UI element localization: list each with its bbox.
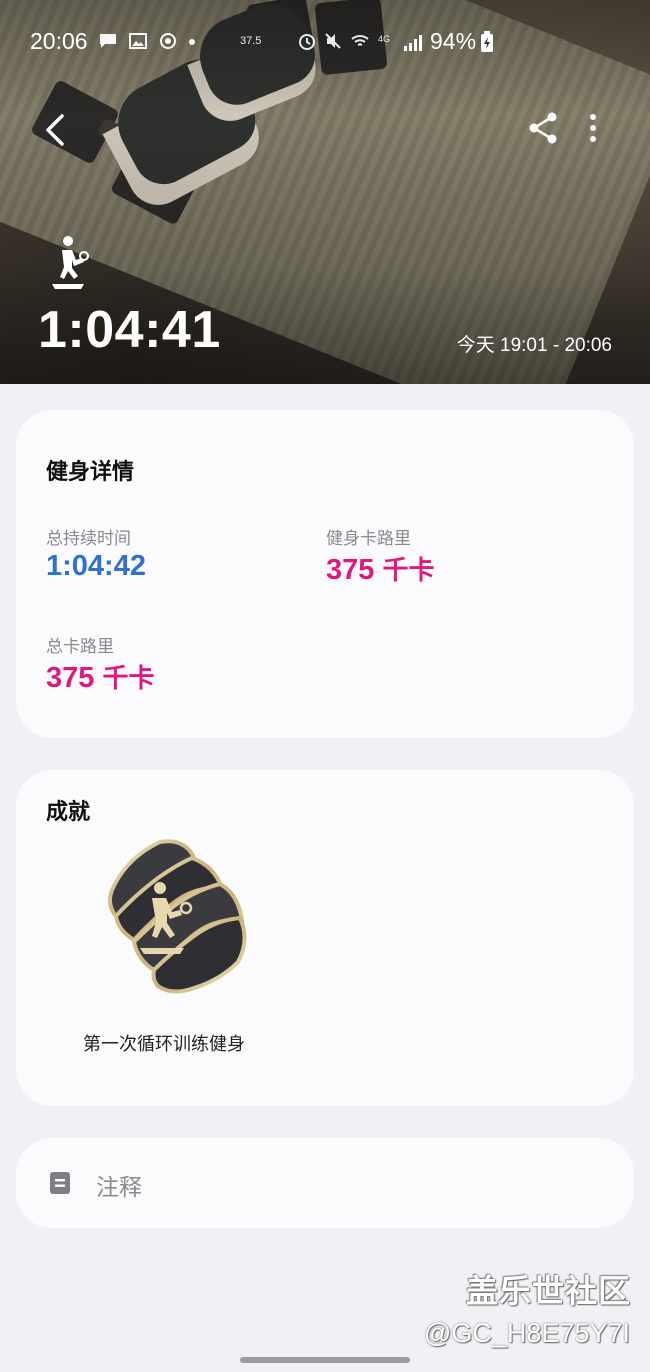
- workout-details-card: 健身详情 总持续时间 1:04:42 健身卡路里 375 千卡 总卡路里 375…: [16, 410, 634, 738]
- total-calories: 375 千卡: [46, 658, 154, 695]
- wifi-icon: [351, 35, 369, 46]
- workout-hero-image: 20:06 37.5 4G 94% 1:04:41 今天 19:01 - 20:…: [0, 0, 650, 384]
- achievements-card: 成就 第一次循环训练健身: [16, 770, 634, 1106]
- total-duration-label: 总持续时间: [46, 529, 131, 549]
- share-button[interactable]: [524, 108, 564, 148]
- total-duration-value: 1:04:42: [46, 550, 146, 582]
- back-button[interactable]: [36, 108, 80, 152]
- first-circuit-training-badge[interactable]: [82, 836, 252, 1000]
- image-icon: [129, 33, 147, 49]
- dot-icon: [189, 39, 195, 45]
- workout-calories-label: 健身卡路里: [326, 529, 411, 549]
- watermark-user: @GC_H8E75Y7I: [424, 1318, 631, 1348]
- charging-icon: [481, 31, 493, 52]
- system-icons: 37.5 4G: [240, 32, 396, 50]
- message-icon: [100, 34, 116, 48]
- status-time: 20:06: [30, 28, 88, 54]
- total-calories-label: 总卡路里: [46, 637, 114, 657]
- details-title: 健身详情: [46, 460, 135, 485]
- watermark-site: 盖乐世社区: [466, 1272, 632, 1310]
- svg-text:37.5: 37.5: [240, 35, 261, 47]
- more-options-button[interactable]: [576, 108, 610, 148]
- workout-duration: 1:04:41: [38, 301, 221, 359]
- notification-icons: [98, 32, 196, 50]
- svg-text:4G: 4G: [378, 34, 390, 44]
- achievements-title: 成就: [46, 800, 91, 825]
- notes-button[interactable]: 注释: [16, 1138, 634, 1228]
- 4g-icon: 4G: [378, 34, 390, 44]
- alarm-icon: [299, 34, 315, 50]
- workout-calories-unit: 千卡: [382, 556, 435, 586]
- speed-icon: 37.5: [240, 35, 261, 47]
- record-icon: [160, 33, 176, 49]
- total-calories-unit: 千卡: [102, 664, 155, 694]
- circuit-training-icon: [52, 236, 89, 289]
- total-calories-value: 375: [46, 662, 95, 694]
- status-bar: 20:06 37.5 4G 94%: [0, 22, 650, 62]
- signal-icon: [404, 33, 422, 51]
- home-indicator[interactable]: [240, 1357, 410, 1363]
- notes-label: 注释: [96, 1175, 142, 1201]
- battery-level: 94%: [430, 28, 477, 54]
- workout-calories: 375 千卡: [326, 550, 434, 587]
- mute-icon: [325, 33, 341, 49]
- share-icon: [529, 112, 557, 144]
- chevron-left-icon: [46, 114, 64, 146]
- more-vertical-icon: [590, 114, 596, 142]
- badge-caption: 第一次循环训练健身: [83, 1034, 245, 1055]
- workout-calories-value: 375: [326, 554, 375, 586]
- note-icon: [50, 1172, 70, 1194]
- workout-time-range: 今天 19:01 - 20:06: [456, 335, 612, 356]
